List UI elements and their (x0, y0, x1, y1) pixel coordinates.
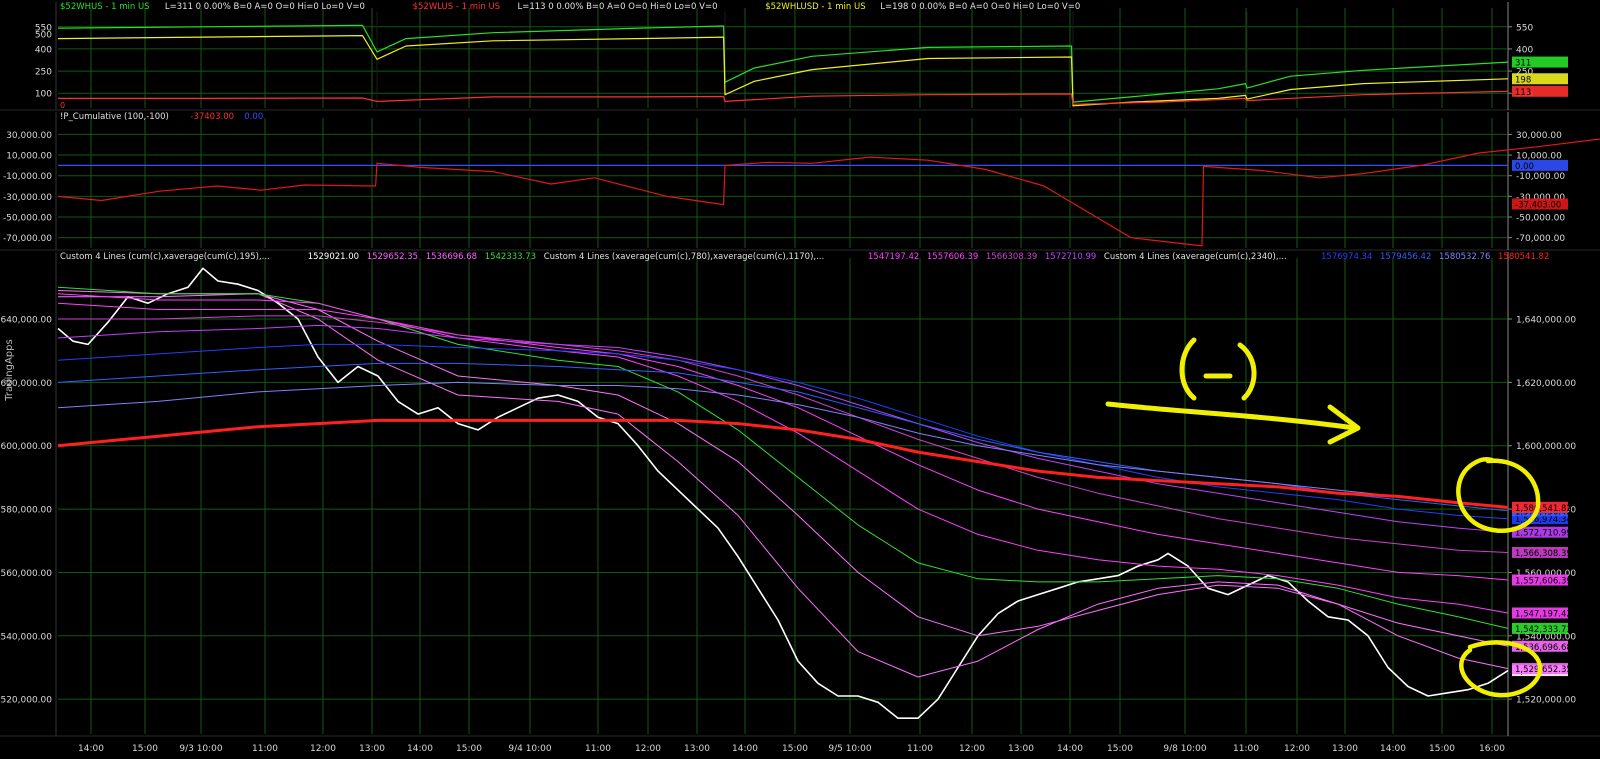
left-tick-label: 1,580,000.00 (0, 506, 52, 516)
last-value-label: 198 (1515, 75, 1531, 85)
x-tick-label: 9/3 10:00 (179, 744, 223, 754)
left-tick-label: -50,000.00 (3, 214, 52, 224)
left-tick-label: 1,540,000.00 (0, 632, 52, 642)
panel-header-item: 1536696.68 (426, 252, 477, 262)
panel-header-item: 1529652.35 (367, 252, 418, 262)
last-value-label: 1,566,308.39 (1515, 549, 1572, 559)
panel-header-item: 1547197.42 (868, 252, 919, 262)
x-tick-label: 11:00 (585, 744, 611, 754)
right-tick-label: 550 (1516, 23, 1533, 33)
panel-header-item: 0.00 (244, 112, 263, 122)
x-tick-label: 12:00 (959, 744, 985, 754)
left-tick-label: -30,000.00 (3, 193, 52, 203)
x-tick-label: 15:00 (132, 744, 158, 754)
left-tick-label: -10,000.00 (3, 172, 52, 182)
x-tick-label: 14:00 (407, 744, 433, 754)
panel-header-item: 1542333.73 (485, 252, 536, 262)
last-value-label: 1,547,197.42 (1515, 609, 1572, 619)
x-tick-label: 12:00 (635, 744, 661, 754)
panel-header-item: Custom 4 Lines (xaverage(cum(c),2340),..… (1104, 252, 1287, 262)
last-value-label: 0.00 (1515, 162, 1534, 172)
last-value-label: 113 (1515, 88, 1531, 98)
x-tick-label: 9/5 10:00 (828, 744, 872, 754)
x-tick-label: 15:00 (782, 744, 808, 754)
left-tick-label: 1,600,000.00 (0, 442, 52, 452)
right-tick-label: 1,640,000.00 (1516, 316, 1576, 326)
panel-header-item: 1566308.39 (986, 252, 1037, 262)
left-tick-label: 1,520,000.00 (0, 696, 52, 706)
last-value-label: 1,529,652.35 (1515, 665, 1572, 675)
panel-header-item: $52WHLUSD - 1 min US (765, 2, 865, 12)
x-tick-label: 9/4 10:00 (508, 744, 552, 754)
right-tick-label: -70,000.00 (1516, 234, 1565, 244)
left-tick-label: 1,640,000.00 (0, 316, 52, 326)
panel-header-item: 1557606.39 (927, 252, 978, 262)
right-tick-label: 30,000.00 (1516, 131, 1562, 141)
left-tick-label: -70,000.00 (3, 234, 52, 244)
panel-header-item: 1576974.34 (1321, 252, 1372, 262)
right-tick-label: 1,600,000.00 (1516, 442, 1576, 452)
panel-header-item: !P_Cumulative (100,-100) (60, 112, 169, 122)
left-tick-label: 250 (35, 68, 52, 78)
x-tick-label: 13:00 (684, 744, 710, 754)
x-tick-label: 13:00 (1332, 744, 1358, 754)
x-tick-label: 13:00 (359, 744, 385, 754)
panel-header-item: Custom 4 Lines (cum(c),xaverage(cum(c),1… (60, 252, 270, 262)
left-tick-label: 10,000.00 (6, 152, 52, 162)
last-value-label: 1,572,710.99 (1515, 529, 1572, 539)
right-tick-label: 1,620,000.00 (1516, 379, 1576, 389)
panel-header-item: 1579456.42 (1380, 252, 1431, 262)
panel-header-item: 1580532.76 (1439, 252, 1490, 262)
x-tick-label: 13:00 (1008, 744, 1034, 754)
right-tick-label: -50,000.00 (1516, 214, 1565, 224)
right-tick-label: 400 (1516, 45, 1533, 55)
left-tick-label: 400 (35, 45, 52, 55)
background (0, 0, 1600, 759)
trading-chart-window: 1002504005501002504005005500311198113$52… (0, 0, 1600, 759)
x-tick-label: 11:00 (1233, 744, 1259, 754)
panel-header-item: $52WHUS - 1 min US (60, 2, 150, 12)
x-tick-label: 14:00 (78, 744, 104, 754)
last-value-label: 1,542,333.73 (1515, 625, 1572, 635)
right-tick-label: -10,000.00 (1516, 172, 1565, 182)
x-tick-label: 12:00 (310, 744, 336, 754)
x-tick-label: 15:00 (456, 744, 482, 754)
left-tick-label: 30,000.00 (6, 131, 52, 141)
x-tick-label: 14:00 (732, 744, 758, 754)
x-tick-label: 16:00 (1479, 744, 1505, 754)
panel-header-item: $52WLUS - 1 min US (413, 2, 501, 12)
last-value-label: -37,403.00 (1515, 201, 1561, 211)
panel-header-item: L=198 0 0.00% B=0 A=0 O=0 Hi=0 Lo=0 V=0 (880, 2, 1080, 12)
panel-header-item: L=113 0 0.00% B=0 A=0 O=0 Hi=0 Lo=0 V=0 (518, 2, 718, 12)
side-watermark-label: TradingApps (4, 339, 15, 401)
x-tick-label: 14:00 (1057, 744, 1083, 754)
left-zero-label: 0 (60, 101, 65, 110)
left-tick-label: 550 (35, 23, 52, 33)
panel-header-item: 1580541.82 (1498, 252, 1549, 262)
x-tick-label: 11:00 (907, 744, 933, 754)
left-tick-label: 100 (35, 90, 52, 100)
last-value-label: 1,557,606.39 (1515, 577, 1572, 587)
x-tick-label: 15:00 (1429, 744, 1455, 754)
panel-header-item: -37403.00 (190, 112, 234, 122)
x-tick-label: 15:00 (1107, 744, 1133, 754)
panel-header-item: Custom 4 Lines (xaverage(cum(c),780),xav… (544, 252, 825, 262)
x-tick-label: 14:00 (1380, 744, 1406, 754)
last-value-label: 1,580,541.82 (1515, 504, 1572, 514)
left-tick-label: 1,560,000.00 (0, 569, 52, 579)
x-tick-label: 12:00 (1284, 744, 1310, 754)
panel-header-item: L=311 0 0.00% B=0 A=0 O=0 Hi=0 Lo=0 V=0 (165, 2, 365, 12)
x-tick-label: 11:00 (252, 744, 278, 754)
panel-header-item: 1572710.99 (1045, 252, 1096, 262)
last-value-label: 311 (1515, 59, 1531, 69)
right-tick-label: 1,520,000.00 (1516, 696, 1576, 706)
x-tick-label: 9/8 10:00 (1163, 744, 1207, 754)
panel-header-item: 1529021.00 (308, 252, 359, 262)
